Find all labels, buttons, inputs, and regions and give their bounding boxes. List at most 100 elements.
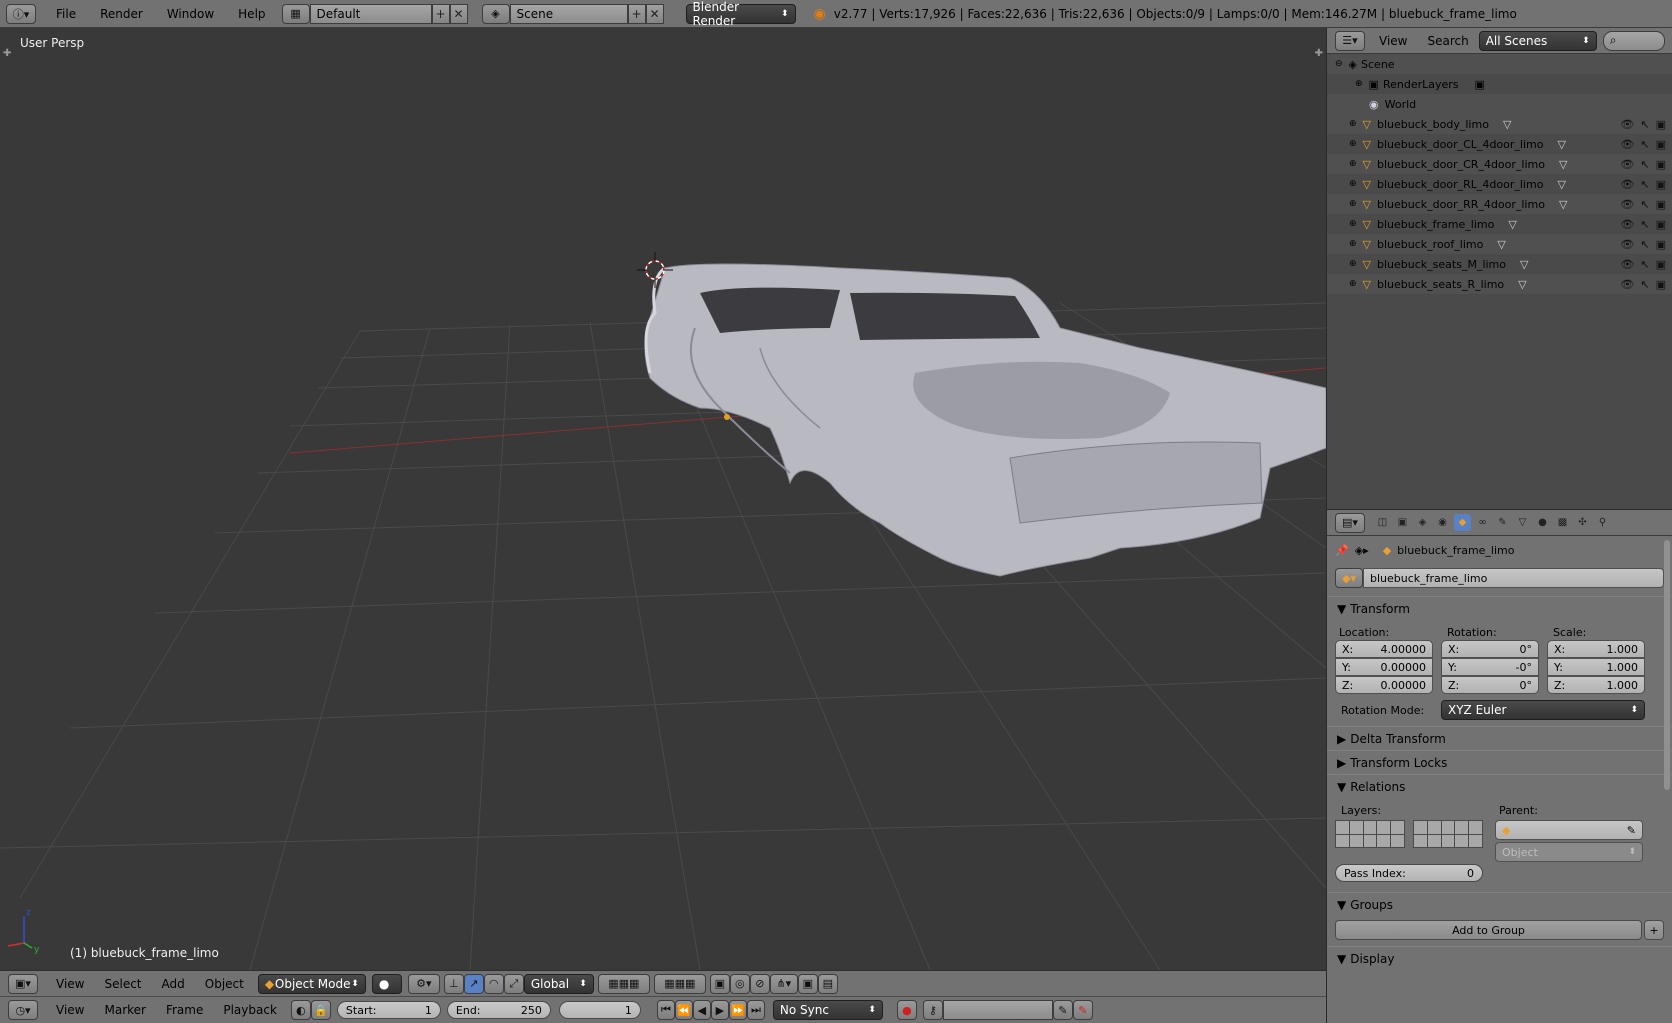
menu-add[interactable]: Add xyxy=(152,977,195,991)
object-name-field[interactable]: bluebuck_frame_limo xyxy=(1363,568,1664,588)
relations-panel-header[interactable]: ▼ Relations xyxy=(1327,774,1672,798)
render-engine-dropdown[interactable]: Blender Render ⬍ xyxy=(685,0,796,28)
particles-tab-icon[interactable]: ✣ xyxy=(1574,514,1591,531)
tree-row-object[interactable]: ⊕ ▽ bluebuck_door_CL_4door_limo ▽ 👁 ↖ ▣ xyxy=(1327,134,1672,154)
expand-icon[interactable]: ⊕ xyxy=(1349,259,1357,269)
rotation-y-field[interactable]: Y: -0° xyxy=(1441,658,1539,676)
tree-row-object[interactable]: ⊕ ▽ bluebuck_door_RR_4door_limo ▽ 👁 ↖ ▣ xyxy=(1327,194,1672,214)
layer-grid-1[interactable] xyxy=(1335,820,1405,848)
material-tab-icon[interactable]: ● xyxy=(1534,514,1551,531)
tree-row-renderlayers[interactable]: ⊕ ▣ RenderLayers ▣ xyxy=(1327,74,1672,94)
expand-icon[interactable]: ⊕ xyxy=(1349,119,1357,129)
tree-row-object[interactable]: ⊕ ▽ bluebuck_seats_R_limo ▽ 👁 ↖ ▣ xyxy=(1327,274,1672,294)
scene-tab-icon[interactable]: ◈ xyxy=(1414,514,1431,531)
render-icon[interactable]: ▣ xyxy=(1656,198,1666,211)
jump-keyframe-back-icon[interactable]: ⏪ xyxy=(674,1000,693,1020)
menu-view[interactable]: View xyxy=(46,1003,94,1017)
layer-grid-2[interactable] xyxy=(1413,820,1483,848)
render-icon[interactable]: ▣ xyxy=(1656,258,1666,271)
scale-y-field[interactable]: Y: 1.000 xyxy=(1547,658,1645,676)
eye-icon[interactable]: 👁 xyxy=(1620,158,1634,171)
world-tab-icon[interactable]: ◉ xyxy=(1434,514,1451,531)
translate-manipulator-icon[interactable]: ↗ xyxy=(463,973,484,994)
parent-field[interactable]: ◆ ✎ xyxy=(1495,820,1643,840)
location-y-field[interactable]: Y: 0.00000 xyxy=(1335,658,1433,676)
eye-icon[interactable]: 👁 xyxy=(1620,278,1634,291)
keying-set-icon[interactable]: ⚷ xyxy=(922,1000,943,1020)
eye-icon[interactable]: 👁 xyxy=(1620,118,1634,131)
menu-search[interactable]: Search xyxy=(1417,34,1478,48)
mode-dropdown[interactable]: ◆ Object Mode ⬍ xyxy=(257,973,366,994)
render-icon[interactable]: ▣ xyxy=(1656,158,1666,171)
render-icon[interactable]: ▣ xyxy=(1656,118,1666,131)
expand-icon[interactable]: ⊕ xyxy=(1349,219,1357,229)
pin-icon[interactable]: 📌 xyxy=(1335,544,1349,557)
tree-row-world[interactable]: ◉ World xyxy=(1327,94,1672,114)
modifiers-tab-icon[interactable]: ✎ xyxy=(1494,514,1511,531)
jump-end-icon[interactable]: ⏭ xyxy=(746,1000,765,1020)
cursor-icon[interactable]: ↖ xyxy=(1640,198,1649,211)
shading-dropdown[interactable]: ● xyxy=(371,973,402,994)
data-tab-icon[interactable]: ▽ xyxy=(1514,514,1531,531)
render-icon[interactable]: ▣ xyxy=(1656,238,1666,251)
scale-x-field[interactable]: X: 1.000 xyxy=(1547,640,1645,658)
rotation-x-field[interactable]: X: 0° xyxy=(1441,640,1539,658)
outliner-search-input[interactable]: ⌕ xyxy=(1602,30,1665,51)
eye-icon[interactable]: 👁 xyxy=(1620,178,1634,191)
cursor-icon[interactable]: ↖ xyxy=(1640,158,1649,171)
record-icon[interactable]: ● xyxy=(896,1000,917,1020)
rotation-mode-dropdown[interactable]: XYZ Euler ⬍ xyxy=(1441,700,1645,720)
layers-icon[interactable]: ▦▦▦ xyxy=(653,973,706,994)
sync-dropdown[interactable]: No Sync ⬍ xyxy=(772,1000,883,1020)
rotate-manipulator-icon[interactable]: ◠ xyxy=(483,973,504,994)
tree-row-object[interactable]: ⊕ ▽ bluebuck_door_CR_4door_limo ▽ 👁 ↖ ▣ xyxy=(1327,154,1672,174)
start-frame-field[interactable]: Start: 1 xyxy=(336,1001,441,1019)
render-icon[interactable]: ▣ xyxy=(1656,218,1666,231)
location-z-field[interactable]: Z: 0.00000 xyxy=(1335,676,1433,694)
cursor-icon[interactable]: ↖ xyxy=(1640,258,1649,271)
eye-icon[interactable]: 👁 xyxy=(1620,238,1634,251)
scale-manipulator-icon[interactable]: ⤢ xyxy=(503,973,524,994)
expand-icon[interactable]: ⊕ xyxy=(1349,239,1357,249)
transform-panel-header[interactable]: ▼ Transform xyxy=(1327,596,1672,620)
cursor-icon[interactable]: ↖ xyxy=(1640,218,1649,231)
pass-index-field[interactable]: Pass Index: 0 xyxy=(1335,864,1483,882)
expand-icon[interactable]: ⊕ xyxy=(1349,159,1357,169)
cursor-icon[interactable]: ↖ xyxy=(1640,138,1649,151)
rotation-z-field[interactable]: Z: 0° xyxy=(1441,676,1539,694)
render-image-icon[interactable]: ▣ xyxy=(797,973,818,994)
display-panel-header[interactable]: ▼ Display xyxy=(1327,946,1672,970)
eye-icon[interactable]: 👁 xyxy=(1620,218,1634,231)
menu-frame[interactable]: Frame xyxy=(156,1003,213,1017)
eye-icon[interactable]: 👁 xyxy=(1620,258,1634,271)
remove-scene-icon[interactable]: ✕ xyxy=(645,3,664,24)
menu-select[interactable]: Select xyxy=(94,977,151,991)
editor-type-button[interactable]: ▣▾ xyxy=(8,973,38,994)
scale-z-field[interactable]: Z: 1.000 xyxy=(1547,676,1645,694)
cursor-icon[interactable]: ↖ xyxy=(1640,118,1649,131)
menu-playback[interactable]: Playback xyxy=(213,1003,287,1017)
render-animation-icon[interactable]: ▤ xyxy=(817,973,838,994)
editor-type-button[interactable]: ☰▾ xyxy=(1335,30,1365,51)
menu-window[interactable]: Window xyxy=(155,7,226,21)
display-mode-dropdown[interactable]: All Scenes ⬍ xyxy=(1478,30,1597,51)
editor-type-button[interactable]: ◷▾ xyxy=(8,1000,38,1020)
tree-row-object[interactable]: ⊕ ▽ bluebuck_frame_limo ▽ 👁 ↖ ▣ xyxy=(1327,214,1672,234)
render-icon[interactable]: ▣ xyxy=(1656,138,1666,151)
insert-keyframe-icon[interactable]: ✎ xyxy=(1052,1000,1073,1020)
scene-layers-icon[interactable]: ▦▦▦ xyxy=(597,973,650,994)
eyedropper-icon[interactable]: ✎ xyxy=(1627,824,1636,837)
lock-icon[interactable]: 🔒 xyxy=(310,1000,331,1020)
eye-icon[interactable]: 👁 xyxy=(1620,138,1634,151)
add-scene-icon[interactable]: + xyxy=(627,3,646,24)
keying-set-field[interactable] xyxy=(942,1000,1053,1020)
render-icon[interactable]: ▣ xyxy=(1656,278,1666,291)
expand-icon[interactable]: ⊕ xyxy=(1349,139,1357,149)
location-x-field[interactable]: X: 4.00000 xyxy=(1335,640,1433,658)
scene-icon[interactable]: ◈ xyxy=(481,3,510,24)
jump-start-icon[interactable]: ⏮ xyxy=(656,1000,675,1020)
manipulator-toggle-icon[interactable]: ⊥ xyxy=(443,973,464,994)
expand-icon[interactable]: ⊕ xyxy=(1355,79,1363,89)
tree-row-object[interactable]: ⊕ ▽ bluebuck_body_limo ▽ 👁 ↖ ▣ xyxy=(1327,114,1672,134)
render-layers-tab-icon[interactable]: ▣ xyxy=(1394,514,1411,531)
